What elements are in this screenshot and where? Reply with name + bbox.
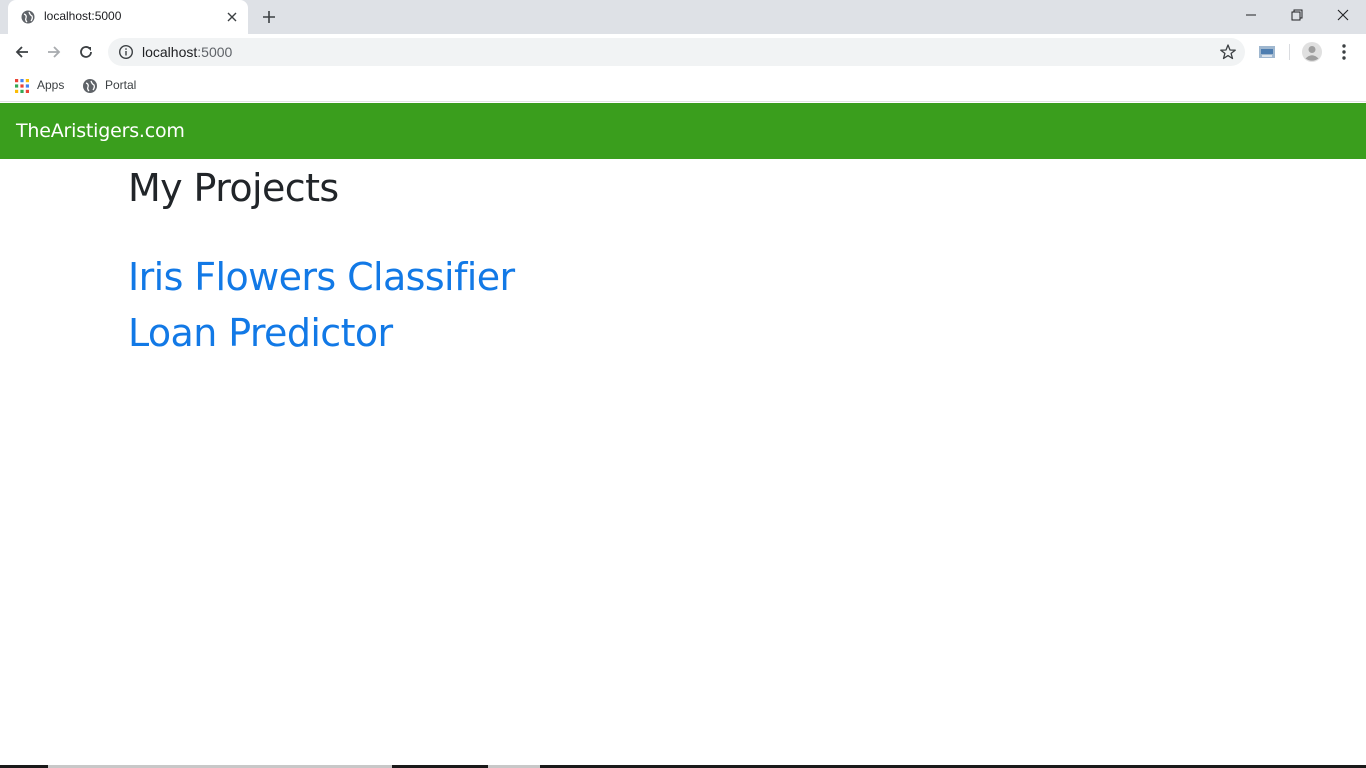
toolbar-divider <box>1289 44 1290 60</box>
tab-title: localhost:5000 <box>44 9 122 23</box>
forward-arrow-icon[interactable] <box>42 40 66 64</box>
page-title: My Projects <box>128 166 339 210</box>
bookmark-star-icon[interactable] <box>1219 43 1237 61</box>
apps-grid-icon <box>14 78 30 94</box>
bookmark-portal[interactable]: Portal <box>82 76 146 96</box>
site-navbar: TheAristigers.com <box>0 103 1366 159</box>
bookmark-label: Portal <box>105 78 137 92</box>
browser-toolbar: localhost:5000 <box>0 34 1366 70</box>
url-host: localhost <box>142 44 198 60</box>
url-port: :5000 <box>197 44 233 60</box>
url-text: localhost:5000 <box>142 44 232 60</box>
extension-icon[interactable] <box>1258 44 1276 60</box>
bookmark-apps[interactable]: Apps <box>14 76 74 96</box>
new-tab-plus-icon[interactable] <box>260 8 278 26</box>
close-icon[interactable] <box>224 9 240 25</box>
brand-link[interactable]: TheAristigers.com <box>16 120 185 142</box>
address-bar[interactable]: localhost:5000 <box>108 38 1245 66</box>
project-link-iris[interactable]: Iris Flowers Classifier <box>128 255 515 299</box>
browser-tab[interactable]: localhost:5000 <box>8 0 248 34</box>
back-arrow-icon[interactable] <box>10 40 34 64</box>
close-window-icon[interactable] <box>1320 0 1366 30</box>
info-icon[interactable] <box>118 44 134 60</box>
bookmark-label: Apps <box>37 78 65 92</box>
globe-icon <box>20 9 36 25</box>
kebab-menu-icon[interactable] <box>1336 41 1352 63</box>
minimize-icon[interactable] <box>1228 0 1274 30</box>
profile-avatar-icon[interactable] <box>1301 41 1323 63</box>
project-link-loan[interactable]: Loan Predictor <box>128 311 393 355</box>
tab-strip: localhost:5000 <box>0 0 1366 34</box>
restore-icon[interactable] <box>1274 0 1320 30</box>
reload-icon[interactable] <box>74 40 98 64</box>
globe-icon <box>82 78 98 94</box>
bookmarks-bar: Apps Portal <box>0 70 1366 102</box>
